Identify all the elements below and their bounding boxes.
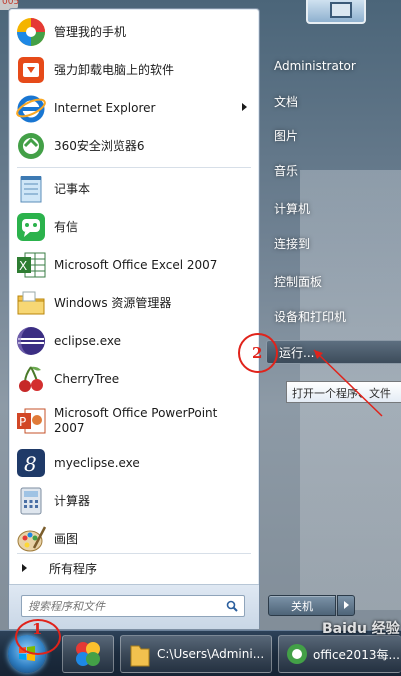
program-item[interactable]: 管理我的手机 <box>9 13 259 51</box>
shutdown-options-button[interactable] <box>337 595 355 616</box>
shutdown-button[interactable]: 关机 <box>268 595 336 616</box>
program-label: 强力卸载电脑上的软件 <box>54 62 175 77</box>
program-item[interactable]: 8 myeclipse.exe <box>9 444 259 482</box>
annotation-number: 1 <box>32 620 43 638</box>
places-pane: Administrator 文档 图片 音乐 计算机 连接到 控制面板 设备和打… <box>262 8 401 630</box>
programs-pane: 管理我的手机 强力卸载电脑上的软件 Internet Explorer 360安… <box>8 8 260 630</box>
paint-icon <box>15 523 47 555</box>
program-label: Microsoft Office Excel 2007 <box>54 257 218 272</box>
program-item[interactable]: P Microsoft Office PowerPoint 2007 <box>9 398 259 444</box>
taskbar-app-pinwheel[interactable] <box>62 635 114 673</box>
program-label: CherryTree <box>54 371 120 386</box>
notepad-icon <box>15 173 47 205</box>
user-folder-link[interactable]: Administrator <box>262 52 401 80</box>
arrow-right-icon <box>22 564 27 572</box>
all-programs-label: 所有程序 <box>49 561 98 576</box>
program-label: Microsoft Office PowerPoint 2007 <box>54 406 218 435</box>
program-list: 管理我的手机 强力卸载电脑上的软件 Internet Explorer 360安… <box>9 13 259 558</box>
uninstall-icon <box>15 54 47 86</box>
svg-text:P: P <box>19 415 26 429</box>
program-label: 计算器 <box>54 493 91 508</box>
program-item[interactable]: Windows 资源管理器 <box>9 284 259 322</box>
annotation-arrow <box>313 349 383 417</box>
program-label: 360安全浏览器6 <box>54 138 145 153</box>
ie-icon <box>15 92 47 124</box>
program-label: 记事本 <box>54 181 91 196</box>
program-item[interactable]: 有信 <box>9 208 259 246</box>
youxin-icon <box>15 211 47 243</box>
program-item[interactable]: eclipse.exe <box>9 322 259 360</box>
explorer-icon <box>15 287 47 319</box>
program-label: 管理我的手机 <box>54 24 127 39</box>
excel-icon: X <box>15 249 47 281</box>
documents-link[interactable]: 文档 <box>262 87 401 115</box>
control-panel-link[interactable]: 控制面板 <box>262 267 401 295</box>
connect-to-link[interactable]: 连接到 <box>262 229 401 257</box>
search-input[interactable] <box>22 596 212 616</box>
program-label: eclipse.exe <box>54 333 122 348</box>
divider <box>17 553 251 554</box>
all-programs-button[interactable]: 所有程序 <box>9 557 259 579</box>
program-item[interactable]: 强力卸载电脑上的软件 <box>9 51 259 89</box>
program-item[interactable]: 360安全浏览器6 <box>9 127 259 165</box>
watermark: Baidu 经验 <box>322 621 400 637</box>
taskbar-explorer-window[interactable]: C:\Users\Admini... <box>120 635 272 673</box>
360-browser-icon <box>15 130 47 162</box>
annotation-number: 2 <box>252 344 263 362</box>
submenu-arrow-icon[interactable] <box>242 103 247 111</box>
program-label: Internet Explorer <box>54 100 156 115</box>
search-icon[interactable] <box>226 600 238 612</box>
computer-link[interactable]: 计算机 <box>262 194 401 222</box>
taskbar-office-label: office2013每... <box>313 647 400 662</box>
music-link[interactable]: 音乐 <box>262 156 401 184</box>
powerpoint-icon: P <box>15 405 47 437</box>
calculator-icon <box>15 485 47 517</box>
pictures-link[interactable]: 图片 <box>262 121 401 149</box>
start-menu: 管理我的手机 强力卸载电脑上的软件 Internet Explorer 360安… <box>0 8 401 630</box>
program-label: 有信 <box>54 219 79 234</box>
phone-manager-icon <box>15 16 47 48</box>
search-box[interactable] <box>21 595 245 617</box>
program-label: 画图 <box>54 531 79 546</box>
myeclipse-icon: 8 <box>15 447 47 479</box>
program-label: myeclipse.exe <box>54 455 140 470</box>
devices-printers-link[interactable]: 设备和打印机 <box>262 302 401 330</box>
program-item[interactable]: X Microsoft Office Excel 2007 <box>9 246 259 284</box>
program-label: Windows 资源管理器 <box>54 295 172 310</box>
folder-icon <box>130 645 150 667</box>
program-item[interactable]: CherryTree <box>9 360 259 398</box>
taskbar-office-window[interactable]: office2013每... <box>278 635 401 673</box>
shutdown-group: 关机 <box>268 595 355 617</box>
taskbar-explorer-label: C:\Users\Admini... <box>157 647 265 661</box>
divider <box>17 167 251 168</box>
program-item[interactable]: 记事本 <box>9 170 259 208</box>
cherry-icon <box>15 363 47 395</box>
360-browser-task-icon <box>287 644 307 664</box>
svg-text:8: 8 <box>24 452 37 476</box>
eclipse-icon <box>15 325 47 357</box>
svg-text:X: X <box>19 259 27 273</box>
program-item[interactable]: 计算器 <box>9 482 259 520</box>
program-item[interactable]: Internet Explorer <box>9 89 259 127</box>
pinwheel-app-icon <box>76 642 100 666</box>
